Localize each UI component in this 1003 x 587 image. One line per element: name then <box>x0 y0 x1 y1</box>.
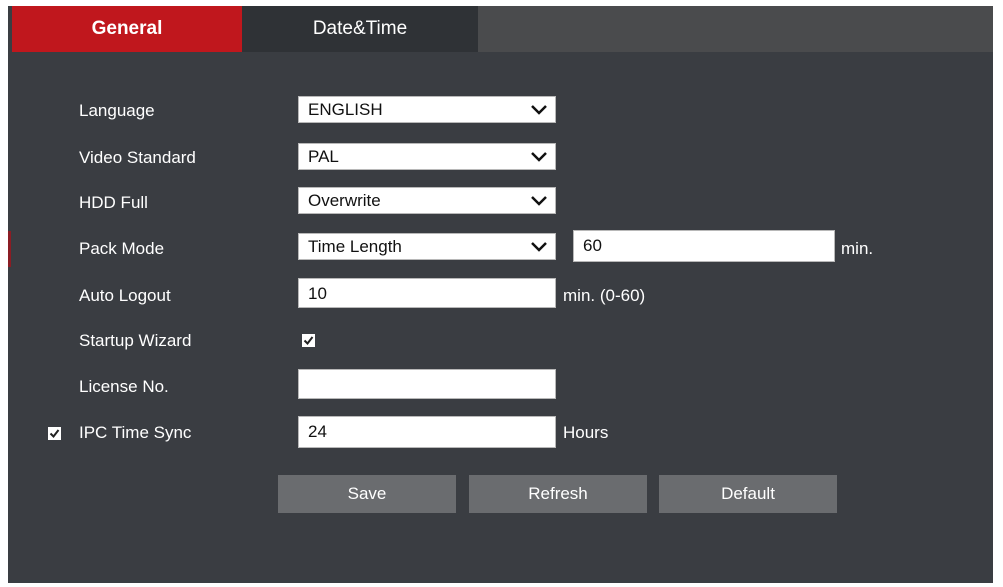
refresh-button[interactable]: Refresh <box>469 475 647 513</box>
license-no-label: License No. <box>79 377 169 396</box>
save-button[interactable]: Save <box>278 475 456 513</box>
ipc-time-sync-value: 24 <box>308 422 327 441</box>
auto-logout-label: Auto Logout <box>79 286 171 305</box>
chevron-down-icon <box>531 152 547 162</box>
hdd-full-select[interactable]: Overwrite <box>298 187 556 214</box>
chevron-down-icon <box>531 105 547 115</box>
language-value: ENGLISH <box>308 100 383 119</box>
tab-bar: General Date&Time <box>8 6 993 52</box>
language-select[interactable]: ENGLISH <box>298 96 556 123</box>
tab-general[interactable]: General <box>12 6 242 52</box>
default-button[interactable]: Default <box>659 475 837 513</box>
startup-wizard-checkbox[interactable] <box>302 334 315 347</box>
ipc-time-sync-label: IPC Time Sync <box>79 423 192 442</box>
video-standard-value: PAL <box>308 147 339 166</box>
checkmark-icon <box>303 336 314 346</box>
pack-length-value: 60 <box>583 236 602 255</box>
pack-mode-select[interactable]: Time Length <box>298 233 556 260</box>
chevron-down-icon <box>531 196 547 206</box>
startup-wizard-label: Startup Wizard <box>79 331 192 350</box>
video-standard-label: Video Standard <box>79 148 196 167</box>
side-marker <box>8 231 11 267</box>
hdd-full-label: HDD Full <box>79 193 148 212</box>
ipc-time-sync-unit: Hours <box>563 423 609 442</box>
video-standard-select[interactable]: PAL <box>298 143 556 170</box>
checkmark-icon <box>49 429 60 439</box>
hdd-full-value: Overwrite <box>308 191 381 210</box>
ipc-time-sync-input[interactable]: 24 <box>298 416 556 448</box>
tab-date-time[interactable]: Date&Time <box>242 6 478 52</box>
pack-mode-value: Time Length <box>308 237 402 256</box>
license-no-input[interactable] <box>298 369 556 399</box>
chevron-down-icon <box>531 242 547 252</box>
tab-bar-filler <box>478 6 993 52</box>
auto-logout-value: 10 <box>308 284 327 303</box>
pack-length-unit: min. <box>841 239 874 258</box>
language-label: Language <box>79 101 155 120</box>
auto-logout-input[interactable]: 10 <box>298 278 556 308</box>
auto-logout-unit: min. (0-60) <box>563 286 646 305</box>
pack-length-input[interactable]: 60 <box>573 230 835 262</box>
pack-mode-label: Pack Mode <box>79 239 165 258</box>
ipc-time-sync-checkbox[interactable] <box>48 427 61 440</box>
settings-panel: General Date&Time Language ENGLISH Video… <box>8 6 993 583</box>
